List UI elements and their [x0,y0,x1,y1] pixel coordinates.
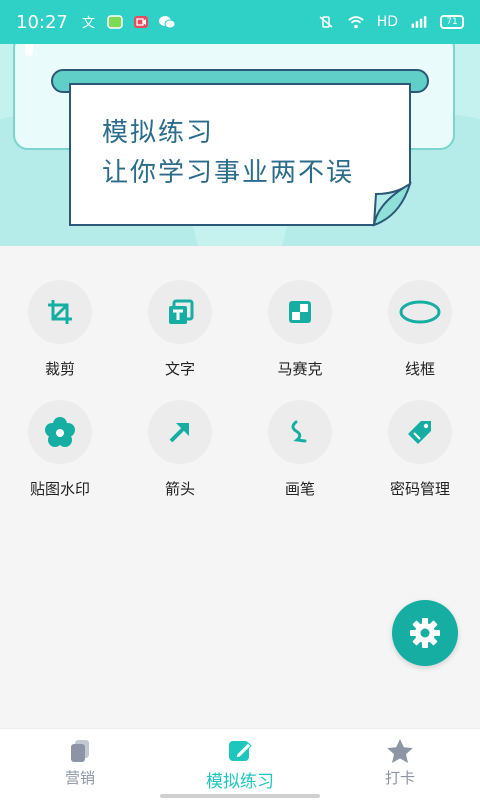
tool-label: 马赛克 [277,361,323,378]
home-indicator[interactable] [160,794,320,798]
tool-mosaic[interactable]: 马赛克 [240,280,360,400]
tool-label: 线框 [404,361,435,378]
tool-label: 画笔 [284,481,315,498]
bottom-nav: 营销 模拟练习 打卡 [0,728,480,800]
tool-circle [28,400,92,464]
crop-icon [48,300,72,324]
wechat-icon [158,13,176,31]
banner-line2: 让你学习事业两不误 [102,158,355,188]
green-app-icon [106,13,124,31]
tool-circle [28,280,92,344]
network-type: HD [376,14,398,30]
settings-button[interactable] [392,600,458,666]
tool-text[interactable]: 文字 [120,280,240,400]
tool-circle [388,280,452,344]
nav-item-checkin[interactable]: 打卡 [320,729,480,800]
signal-icon [410,13,428,31]
tool-circle [388,400,452,464]
app-notification-icon: 文 [80,13,98,31]
tool-label: 裁剪 [44,361,75,378]
banner: 模拟练习 让你学习事业两不误 [0,44,480,246]
tool-circle [268,400,332,464]
nav-label: 打卡 [384,770,415,787]
nav-label: 营销 [64,770,95,787]
vibrate-icon [317,13,335,31]
tool-circle [268,280,332,344]
tool-sticker-watermark[interactable]: 贴图水印 [0,400,120,520]
tool-label: 文字 [164,361,195,378]
video-app-icon [132,13,150,31]
ellipse-icon [399,300,441,324]
mosaic-icon [289,301,311,323]
tool-circle [148,280,212,344]
notification-icons: 文 [80,13,176,31]
battery-icon: 71 [440,15,464,29]
edit-icon [229,741,252,761]
status-bar: 10:27 文 HD 71 [0,0,480,44]
nav-item-practice[interactable]: 模拟练习 [160,729,320,800]
tool-brush[interactable]: 画笔 [240,400,360,520]
arrow-icon [169,423,189,443]
svg-text:文: 文 [82,16,95,30]
flower-icon [45,417,75,447]
nav-item-marketing[interactable]: 营销 [0,729,160,800]
tag-icon [408,421,431,444]
tool-arrow[interactable]: 箭头 [120,400,240,520]
battery-level: 71 [446,17,458,27]
tool-label: 贴图水印 [29,481,90,498]
tool-label: 密码管理 [389,481,450,498]
wifi-icon [347,13,365,31]
tool-crop[interactable]: 裁剪 [0,280,120,400]
status-right: HD 71 [317,13,464,31]
gear-icon [410,618,440,648]
brush-icon [291,420,307,443]
tool-circle [148,400,212,464]
copy-icon [71,740,89,762]
nav-label: 模拟练习 [206,772,274,791]
banner-line1: 模拟练习 [102,118,215,148]
status-time: 10:27 [16,11,68,33]
tool-label: 箭头 [164,481,195,498]
tool-frame[interactable]: 线框 [360,280,480,400]
text-icon [169,299,194,324]
tool-password-manager[interactable]: 密码管理 [360,400,480,520]
banner-slogan: 模拟练习 让你学习事业两不误 [102,113,422,193]
star-icon [387,739,413,763]
